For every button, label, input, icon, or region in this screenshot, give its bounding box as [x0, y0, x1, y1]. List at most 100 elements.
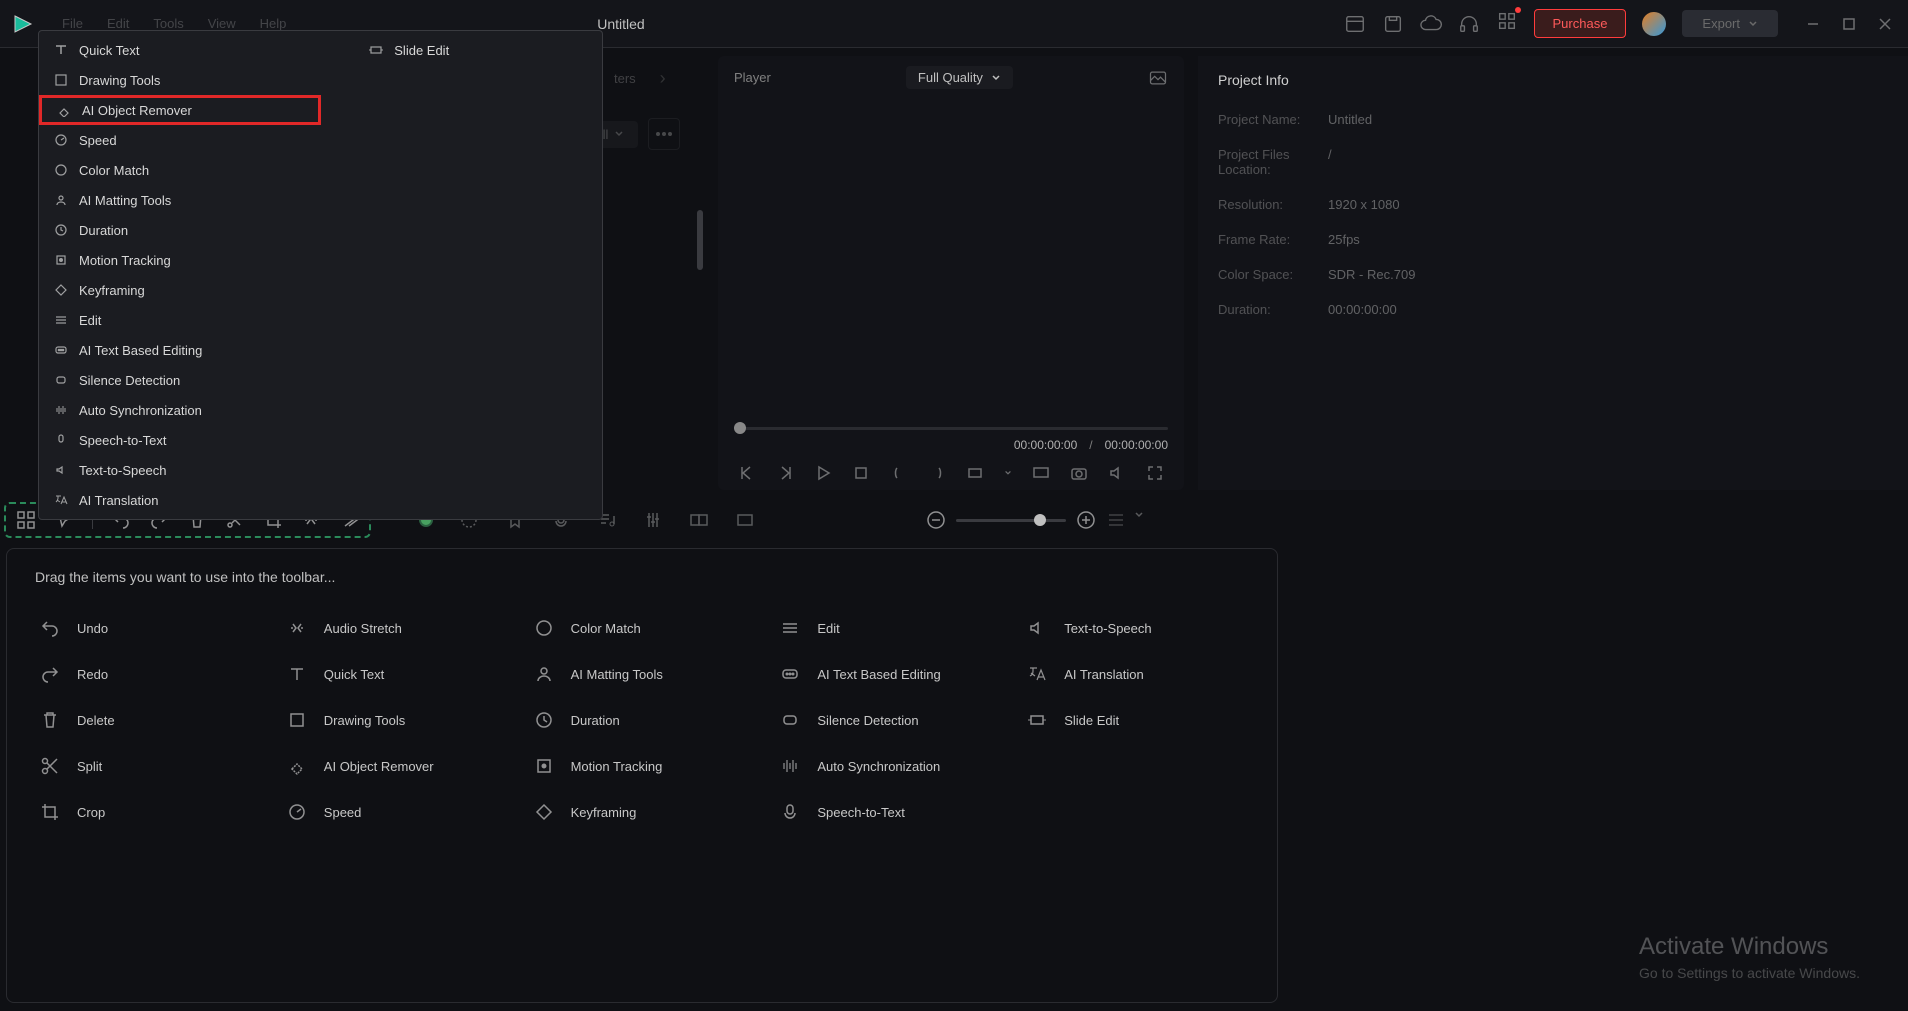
motion-tracking-label: Motion Tracking — [79, 253, 171, 268]
dual-screen-icon[interactable] — [689, 510, 709, 530]
user-avatar[interactable] — [1642, 12, 1666, 36]
tool-text-to-speech[interactable]: Text-to-Speech — [1022, 609, 1249, 647]
save-icon[interactable] — [1382, 13, 1404, 35]
tool-slide-edit[interactable]: Slide Edit — [1022, 701, 1249, 739]
menu-ai-object-remover[interactable]: AI Object Remover — [39, 95, 321, 125]
apps-icon[interactable] — [1496, 10, 1518, 32]
view-chevron-icon[interactable] — [1134, 510, 1144, 520]
chevron-right-icon[interactable]: › — [660, 68, 666, 89]
tool-keyframing[interactable]: Keyframing — [529, 793, 756, 831]
chevron-down-icon[interactable] — [1004, 469, 1012, 477]
tool-duration[interactable]: Duration — [529, 701, 756, 739]
tool-motion-tracking[interactable]: Motion Tracking — [529, 747, 756, 785]
camera-icon[interactable] — [1070, 464, 1088, 482]
tool-label: Split — [77, 759, 102, 774]
mixer-icon[interactable] — [643, 510, 663, 530]
zoom-slider[interactable] — [956, 519, 1066, 522]
menu-auto-sync[interactable]: Auto Synchronization — [39, 395, 602, 425]
speed-label: Speed — [79, 133, 117, 148]
close-icon[interactable] — [1878, 17, 1892, 31]
play-icon[interactable] — [814, 464, 832, 482]
menu-ai-translation[interactable]: AI Translation — [39, 485, 602, 515]
tool-label: Undo — [77, 621, 108, 636]
purchase-button[interactable]: Purchase — [1534, 9, 1627, 38]
menu-color-match[interactable]: Color Match — [39, 155, 602, 185]
translate-icon — [1026, 663, 1048, 685]
tool-quick-text[interactable]: Quick Text — [282, 655, 509, 693]
tool-drawing-tools[interactable]: Drawing Tools — [282, 701, 509, 739]
square-icon — [53, 72, 69, 88]
ratio-icon[interactable] — [966, 464, 984, 482]
mark-in-icon[interactable] — [890, 464, 908, 482]
filters-tab[interactable]: ters — [614, 71, 636, 86]
tool-color-match[interactable]: Color Match — [529, 609, 756, 647]
quality-dropdown[interactable]: Full Quality — [906, 66, 1013, 89]
display-icon[interactable] — [1032, 464, 1050, 482]
tool-edit[interactable]: Edit — [775, 609, 1002, 647]
tool-speech-to-text[interactable]: Speech-to-Text — [775, 793, 1002, 831]
tool-redo[interactable]: Redo — [35, 655, 262, 693]
tool-ai-translation[interactable]: AI Translation — [1022, 655, 1249, 693]
tool-auto-sync[interactable]: Auto Synchronization — [775, 747, 1002, 785]
menu-slide-edit[interactable]: Slide Edit — [354, 35, 602, 65]
tool-audio-stretch[interactable]: Audio Stretch — [282, 609, 509, 647]
tool-ai-matting[interactable]: AI Matting Tools — [529, 655, 756, 693]
menu-speech-to-text[interactable]: Speech-to-Text — [39, 425, 602, 455]
tool-silence-detection[interactable]: Silence Detection — [775, 701, 1002, 739]
layout-icon[interactable] — [1344, 13, 1366, 35]
aspect-icon[interactable] — [735, 510, 755, 530]
list-view-icon[interactable] — [1106, 510, 1126, 530]
project-dur-value: 00:00:00:00 — [1328, 302, 1397, 317]
export-button[interactable]: Export — [1682, 10, 1778, 37]
menu-speed[interactable]: Speed — [39, 125, 602, 155]
tool-crop[interactable]: Crop — [35, 793, 262, 831]
mic-icon — [779, 801, 801, 823]
zoom-out-icon[interactable] — [926, 510, 946, 530]
diamond-icon — [53, 282, 69, 298]
cloud-icon[interactable] — [1420, 13, 1442, 35]
export-label: Export — [1702, 16, 1740, 31]
menu-keyframing[interactable]: Keyframing — [39, 275, 602, 305]
menu-duration[interactable]: Duration — [39, 215, 602, 245]
progress-thumb[interactable] — [734, 422, 746, 434]
menu-text-to-speech[interactable]: Text-to-Speech — [39, 455, 602, 485]
stop-icon[interactable] — [852, 464, 870, 482]
tool-ai-text-editing[interactable]: AI Text Based Editing — [775, 655, 1002, 693]
tools-dropdown: Quick Text Slide Edit Drawing Tools AI O… — [38, 30, 603, 520]
app-logo — [8, 9, 38, 39]
silence-detection-label: Silence Detection — [79, 373, 180, 388]
scissors-icon — [39, 755, 61, 777]
tool-undo[interactable]: Undo — [35, 609, 262, 647]
tool-speed[interactable]: Speed — [282, 793, 509, 831]
player-progress[interactable] — [734, 427, 1168, 430]
mark-out-icon[interactable] — [928, 464, 946, 482]
tool-ai-object-remover[interactable]: AI Object Remover — [282, 747, 509, 785]
zoom-thumb[interactable] — [1034, 514, 1046, 526]
tool-split[interactable]: Split — [35, 747, 262, 785]
menu-edit[interactable]: Edit — [39, 305, 602, 335]
minimize-icon[interactable] — [1806, 17, 1820, 31]
menu-motion-tracking[interactable]: Motion Tracking — [39, 245, 602, 275]
chevron-down-icon — [991, 73, 1001, 83]
headphones-icon[interactable] — [1458, 13, 1480, 35]
more-options-button[interactable] — [648, 118, 680, 150]
menu-quick-text[interactable]: Quick Text — [39, 35, 354, 65]
apps-grid-icon[interactable] — [16, 510, 36, 530]
prev-frame-icon[interactable] — [738, 464, 756, 482]
tool-delete[interactable]: Delete — [35, 701, 262, 739]
tool-label: AI Text Based Editing — [817, 667, 940, 682]
tool-grid: Undo Audio Stretch Color Match Edit Text… — [35, 609, 1249, 831]
text-box-icon — [779, 663, 801, 685]
sync-icon — [53, 402, 69, 418]
fullscreen-icon[interactable] — [1146, 464, 1164, 482]
volume-icon[interactable] — [1108, 464, 1126, 482]
maximize-icon[interactable] — [1842, 17, 1856, 31]
next-frame-icon[interactable] — [776, 464, 794, 482]
zoom-in-icon[interactable] — [1076, 510, 1096, 530]
menu-silence-detection[interactable]: Silence Detection — [39, 365, 602, 395]
menu-ai-text-editing[interactable]: AI Text Based Editing — [39, 335, 602, 365]
menu-drawing-tools[interactable]: Drawing Tools — [39, 65, 602, 95]
image-icon[interactable] — [1148, 68, 1168, 88]
menu-ai-matting-tools[interactable]: AI Matting Tools — [39, 185, 602, 215]
scrollbar-handle[interactable] — [697, 210, 703, 270]
